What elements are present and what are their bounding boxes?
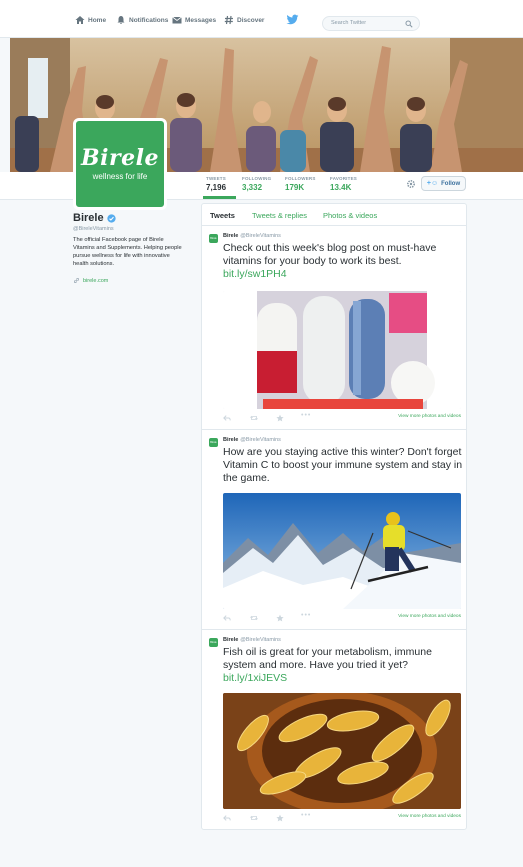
view-more-media-link[interactable]: View more photos and videos [398,814,461,819]
search-input[interactable]: Search Twitter [322,16,420,31]
link-icon [74,278,79,283]
envelope-icon [172,16,182,24]
tweet-link[interactable]: bit.ly/1xiJEVS [223,672,287,684]
favorite-star-icon[interactable] [276,614,284,622]
tweet-avatar[interactable]: Birele [209,638,218,647]
verified-badge-icon [106,213,116,223]
tweet-actions: ••• View more photos and videos [223,412,463,423]
avatar[interactable]: Birele wellness for life [73,118,167,210]
avatar-logo-name: Birele [81,145,159,171]
stat-tweets-label: TWEETS [206,176,226,181]
tweet-text-body: How are you staying active this winter? … [223,446,463,484]
follow-button[interactable]: +☺ Follow [421,176,466,191]
tweet-header: Birele @BireleVitamins [223,233,281,239]
nav-notifications-label: Notifications [129,16,169,24]
tweet-avatar[interactable]: Birele [209,234,218,243]
nav-discover-label: Discover [237,16,265,24]
tweet-text: How are you staying active this winter? … [223,446,463,485]
stat-followers-value: 179K [285,183,305,192]
stat-followers-label: FOLLOWERS [285,176,316,181]
tweet-author-handle[interactable]: @BireleVitamins [240,233,281,239]
view-more-media-link[interactable]: View more photos and videos [398,614,461,619]
retweet-icon[interactable] [250,614,258,622]
favorite-star-icon[interactable] [276,414,284,422]
avatar-logo-tagline: wellness for life [92,172,148,181]
favorite-star-icon[interactable] [276,814,284,822]
view-more-media-link[interactable]: View more photos and videos [398,414,461,419]
reply-icon[interactable] [223,414,231,422]
more-options-icon[interactable]: ••• [301,412,311,419]
twitter-bird-icon[interactable] [286,13,299,26]
tab-tweets[interactable]: Tweets [210,211,235,220]
tweet-actions: ••• View more photos and videos [223,812,463,823]
stat-tweets[interactable]: TWEETS 7,196 [206,176,226,192]
tweet-media-vitamins[interactable] [223,291,461,409]
tweet-media-fish-oil[interactable] [223,693,461,809]
tweet-header: Birele @BireleVitamins [223,637,281,643]
retweet-icon[interactable] [250,814,258,822]
bell-icon [117,16,125,24]
stat-following-value: 3,332 [242,183,263,192]
profile-website-text: birele.com [83,277,109,284]
search-placeholder: Search Twitter [331,20,367,26]
tweet-author-handle[interactable]: @BireleVitamins [240,437,281,443]
tweet-author-name[interactable]: Birele [223,637,238,643]
tweet-header: Birele @BireleVitamins [223,437,281,443]
reply-icon[interactable] [223,614,231,622]
nav-messages-label: Messages [185,16,217,24]
tweet-author-name[interactable]: Birele [223,437,238,443]
nav-messages[interactable]: Messages [172,14,216,26]
stat-favorites-label: FAVORITES [330,176,357,181]
home-icon [75,16,85,24]
tweet-text-body: Check out this week's blog post on must-… [223,242,437,267]
stat-favorites-value: 13.4K [330,183,352,192]
timeline-tabs: Tweets Tweets & replies Photos & videos [202,204,466,226]
stat-tweets-value: 7,196 [206,183,227,192]
profile-website-link[interactable]: birele.com [73,277,108,284]
retweet-icon[interactable] [250,414,258,422]
tweet-text-body: Fish oil is great for your metabolism, i… [223,646,432,671]
follow-button-label: Follow [441,180,461,187]
tweet-item[interactable]: Birele Birele @BireleVitamins Fish oil is… [202,631,466,829]
reply-icon[interactable] [223,814,231,822]
nav-discover[interactable]: Discover [224,14,264,26]
active-stat-indicator [203,196,236,199]
tab-photos-videos[interactable]: Photos & videos [323,211,377,220]
profile-bio: The official Facebook page of Birele Vit… [73,237,182,267]
add-user-icon: +☺ [426,180,439,187]
tweet-item[interactable]: Birele Birele @BireleVitamins Check out t… [202,227,466,430]
tweet-text: Fish oil is great for your metabolism, i… [223,646,463,685]
tweet-item[interactable]: Birele Birele @BireleVitamins How are you… [202,431,466,630]
tweet-link[interactable]: bit.ly/sw1PH4 [223,268,287,280]
top-navigation: Home Notifications Messages Discover Sea… [0,0,523,38]
tweet-author-handle[interactable]: @BireleVitamins [240,637,281,643]
tweet-timeline: Tweets Tweets & replies Photos & videos … [201,203,467,830]
profile-name[interactable]: Birele [73,212,116,224]
tweet-avatar[interactable]: Birele [209,438,218,447]
stat-favorites[interactable]: FAVORITES 13.4K [330,176,357,192]
nav-home-label: Home [88,16,107,24]
hashtag-icon [224,15,233,25]
profile-name-text: Birele [73,212,104,224]
profile-handle[interactable]: @BireleVitamins [73,226,114,232]
stat-following[interactable]: FOLLOWING 3,332 [242,176,271,192]
search-icon[interactable] [405,20,413,28]
stat-followers[interactable]: FOLLOWERS 179K [285,176,316,192]
tweet-actions: ••• View more photos and videos [223,612,463,623]
nav-notifications[interactable]: Notifications [116,14,168,26]
more-options-icon[interactable]: ••• [301,812,311,819]
tweet-media-skier[interactable] [223,493,461,609]
stat-following-label: FOLLOWING [242,176,272,181]
tab-tweets-replies[interactable]: Tweets & replies [252,211,307,220]
tweet-text: Check out this week's blog post on must-… [223,242,463,281]
nav-home[interactable]: Home [75,14,106,26]
more-options-icon[interactable]: ••• [301,612,311,619]
tweet-author-name[interactable]: Birele [223,233,238,239]
gear-icon[interactable] [406,179,416,189]
